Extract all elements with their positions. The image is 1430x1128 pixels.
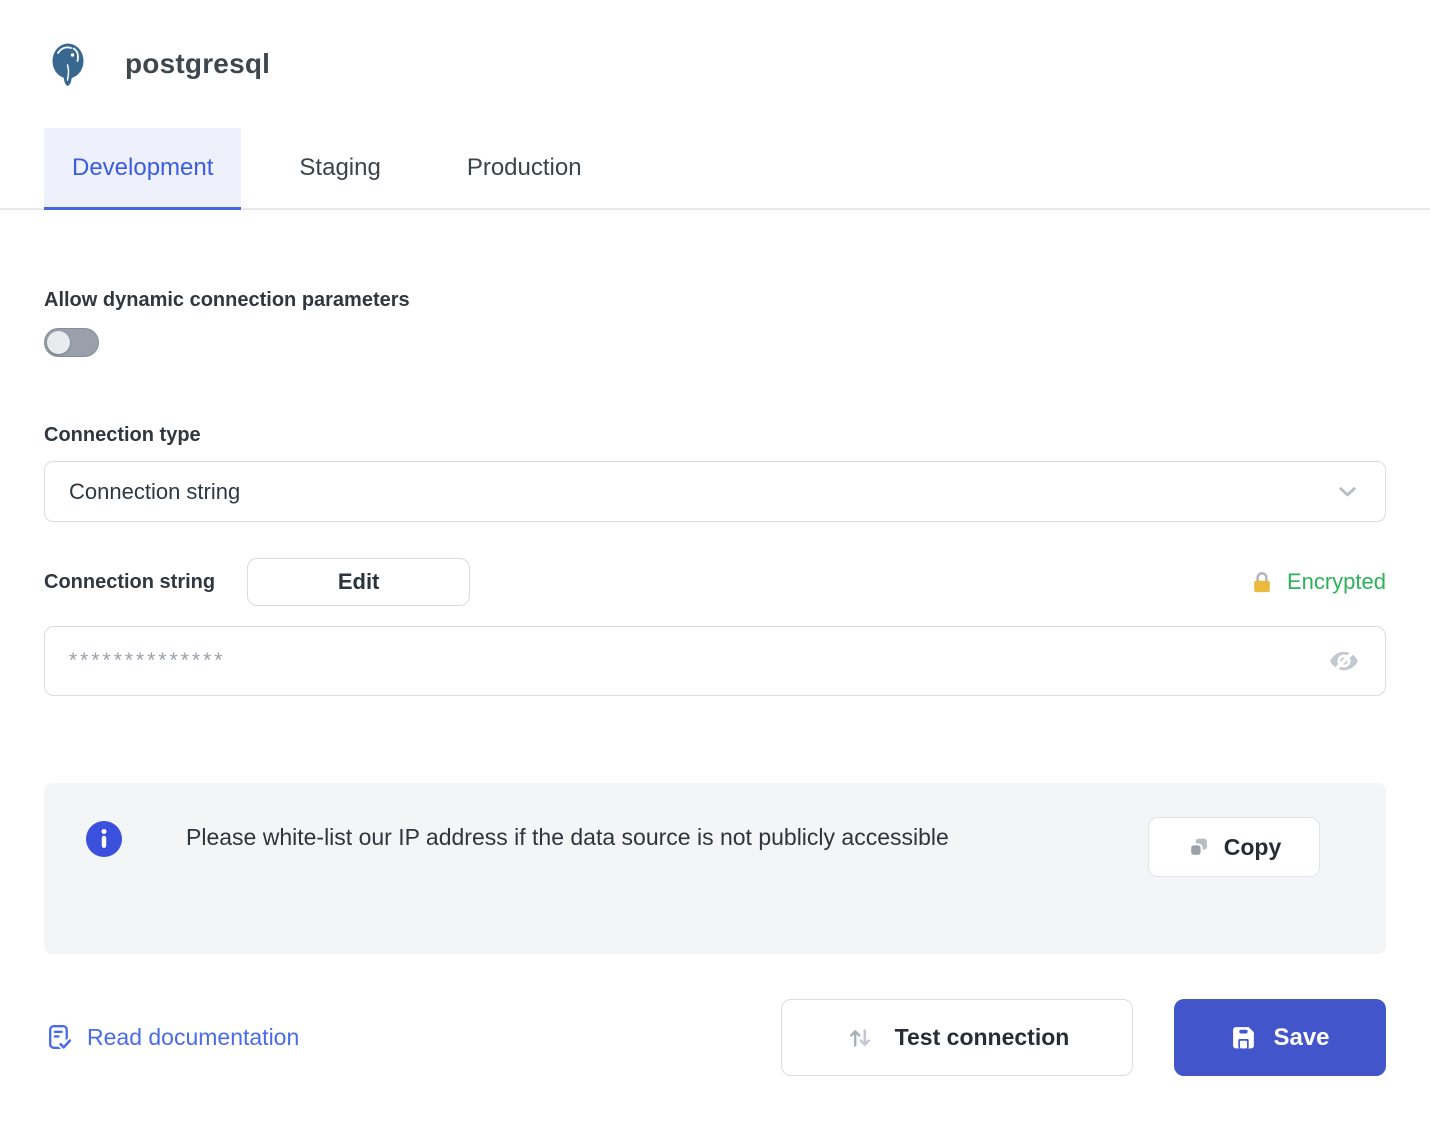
copy-icon <box>1187 836 1210 859</box>
connection-string-row: Connection string Edit Encrypted <box>44 558 1386 606</box>
lock-icon <box>1249 569 1275 595</box>
info-icon <box>86 821 122 857</box>
dynamic-params-toggle[interactable] <box>44 328 99 357</box>
connection-string-input[interactable]: ************** <box>44 626 1386 696</box>
header: postgresql <box>0 0 1430 88</box>
copy-button[interactable]: Copy <box>1148 817 1320 877</box>
connection-string-label: Connection string <box>44 570 215 594</box>
document-check-icon <box>44 1022 75 1053</box>
ip-whitelist-banner: Please white-list our IP address if the … <box>44 783 1386 954</box>
read-documentation-link[interactable]: Read documentation <box>44 1022 299 1053</box>
tab-development[interactable]: Development <box>44 128 241 208</box>
eye-off-icon[interactable] <box>1327 644 1361 678</box>
connection-settings-page: postgresql Development Staging Productio… <box>0 0 1430 1128</box>
connection-type-select[interactable]: Connection string <box>44 461 1386 522</box>
environment-tabs: Development Staging Production <box>0 128 1430 210</box>
save-button-label: Save <box>1273 1024 1329 1052</box>
footer-actions: Read documentation Test connection <box>44 999 1386 1123</box>
encrypted-badge: Encrypted <box>1249 569 1386 595</box>
encrypted-label: Encrypted <box>1287 569 1386 595</box>
chevron-down-icon <box>1334 478 1361 505</box>
test-connection-button[interactable]: Test connection <box>781 999 1133 1076</box>
connection-type-label: Connection type <box>44 423 1386 447</box>
page-title: postgresql <box>125 48 270 80</box>
toggle-knob <box>47 331 70 354</box>
tab-production[interactable]: Production <box>439 128 610 208</box>
test-connection-label: Test connection <box>895 1024 1070 1051</box>
connection-type-value: Connection string <box>69 479 240 505</box>
connection-form: Allow dynamic connection parameters Conn… <box>0 288 1430 1123</box>
postgresql-logo-icon <box>48 40 88 88</box>
arrows-up-down-icon <box>845 1023 875 1053</box>
dynamic-params-label: Allow dynamic connection parameters <box>44 288 1386 312</box>
edit-button[interactable]: Edit <box>247 558 470 606</box>
banner-message: Please white-list our IP address if the … <box>186 817 949 857</box>
copy-button-label: Copy <box>1224 834 1282 861</box>
tab-staging[interactable]: Staging <box>271 128 408 208</box>
save-icon <box>1230 1024 1257 1051</box>
masked-value: ************** <box>69 649 225 673</box>
read-documentation-label: Read documentation <box>87 1024 299 1051</box>
save-button[interactable]: Save <box>1174 999 1386 1076</box>
